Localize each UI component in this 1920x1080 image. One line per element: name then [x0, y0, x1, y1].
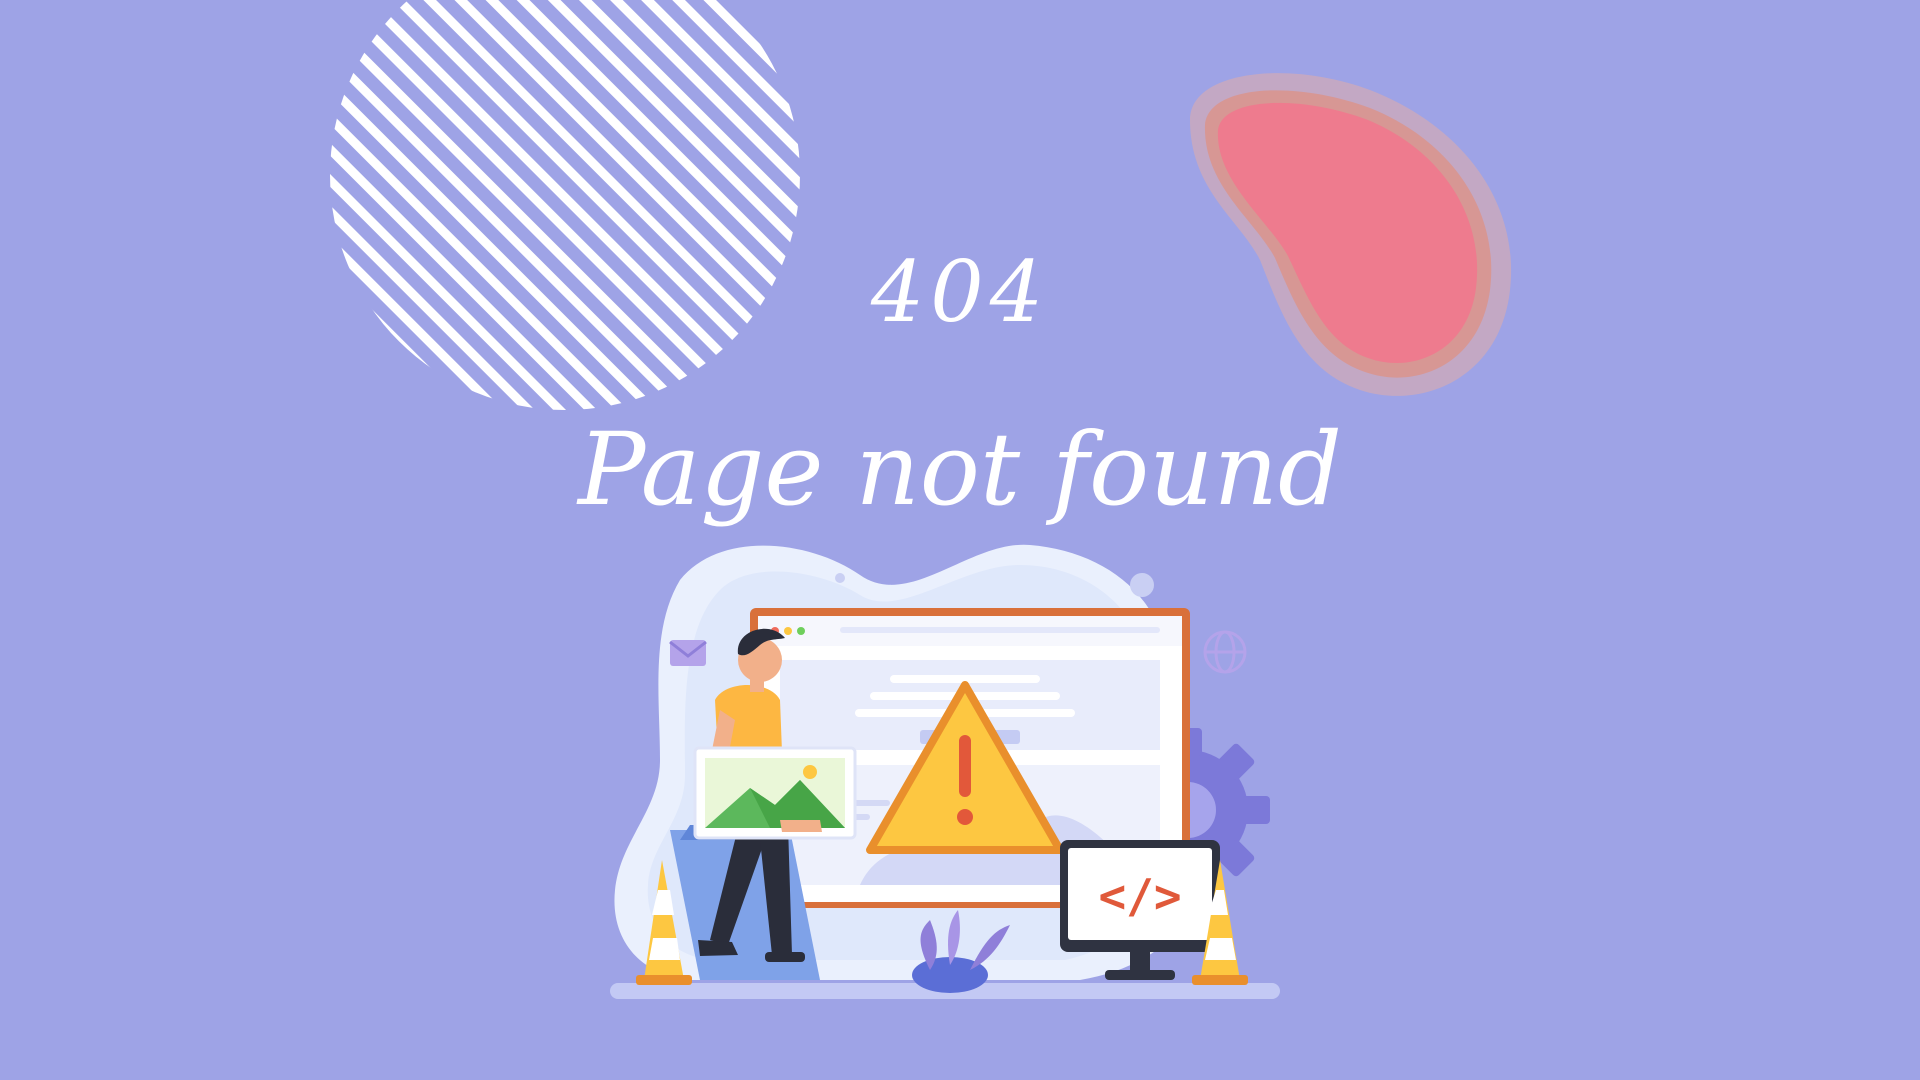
page-canvas: 404 Page not found </> [0, 0, 1920, 1080]
picture-frame [693, 746, 857, 840]
striped-circle-decoration [330, 0, 800, 410]
code-brackets-label: </> [1098, 869, 1181, 923]
pink-blob-decoration [1190, 73, 1512, 396]
illustration: </> [610, 544, 1280, 999]
globe-icon [1203, 630, 1247, 674]
error-message: Page not found [577, 411, 1342, 528]
error-code: 404 [870, 243, 1050, 341]
mail-icon [669, 640, 707, 666]
